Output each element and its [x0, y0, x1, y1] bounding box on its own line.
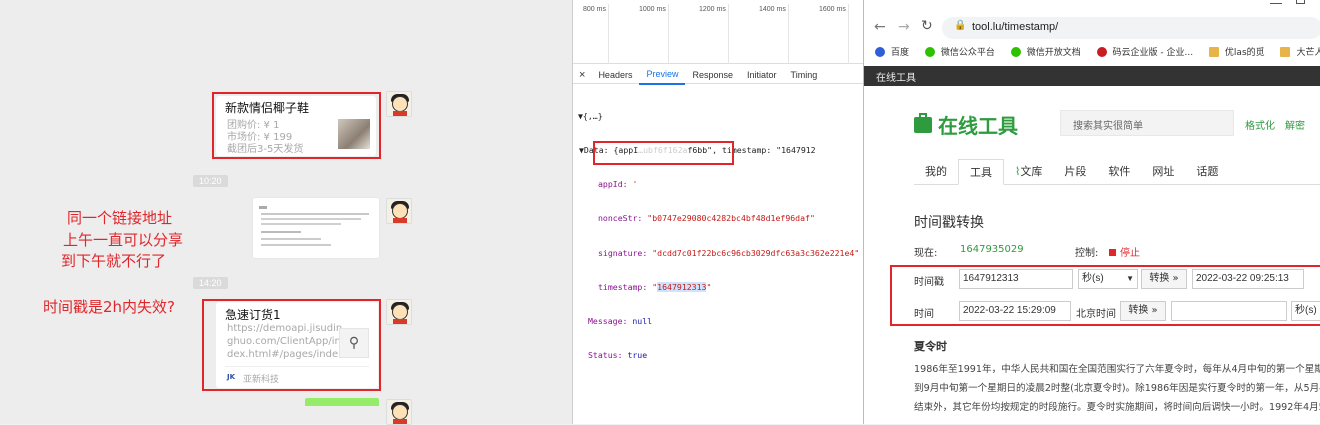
address-bar[interactable]: 🔒 tool.lu/timestamp/	[942, 17, 1320, 39]
topbar-title[interactable]: 在线工具	[876, 69, 916, 84]
json-line[interactable]: timestamp: "1647912313"	[578, 281, 859, 293]
json-preview: ▼{,…} ▼Data: {appI…ubf6f162af6bb", times…	[578, 88, 859, 385]
nav-library[interactable]: ⌇文库	[1004, 159, 1053, 184]
gridline	[848, 4, 849, 64]
tick-label: 1000 ms	[639, 6, 666, 13]
image-preview-line	[261, 244, 331, 246]
section-title: 时间戳转换	[914, 215, 984, 231]
stop-button[interactable]: 停止	[1109, 244, 1140, 259]
dst-paragraph: 1986年至1991年，中华人民共和国在全国范围实行了六年夏令时，每年从4月中旬…	[914, 364, 1320, 413]
link-format[interactable]: 格式化	[1245, 117, 1275, 132]
image-preview-line	[261, 223, 341, 225]
link-decrypt[interactable]: 解密	[1285, 117, 1305, 132]
site-topbar: 在线工具	[864, 66, 1320, 86]
devtools-panel: 800 ms 1000 ms 1200 ms 1400 ms 1600 ms ×…	[572, 0, 864, 424]
gridline	[788, 4, 789, 64]
json-line[interactable]: signature: "dcdd7c01f22bc6c96cb3029dfc63…	[578, 248, 859, 259]
nav-snippets[interactable]: 片段	[1053, 159, 1097, 184]
highlight-box-link	[202, 299, 381, 391]
bookmark-folder[interactable]: 大芒人团队	[1280, 45, 1320, 58]
avatar[interactable]	[386, 91, 412, 117]
nav-software[interactable]: 软件	[1097, 159, 1141, 184]
annotation-line: 到下午就不行了	[61, 252, 167, 270]
gridline	[608, 4, 609, 64]
gridline	[668, 4, 669, 64]
tick-label: 800 ms	[583, 6, 606, 13]
briefcase-icon	[914, 112, 932, 133]
search-input[interactable]: 搜索其实很简单	[1060, 110, 1234, 136]
timestamp-pill: 14:20	[193, 277, 228, 289]
tick-label: 1200 ms	[699, 6, 726, 13]
json-line[interactable]: Message: null	[578, 316, 859, 327]
nav-topics[interactable]: 话题	[1185, 159, 1229, 184]
back-icon[interactable]: ←	[874, 19, 886, 35]
nav-mine[interactable]: 我的	[914, 159, 958, 184]
avatar[interactable]	[386, 399, 412, 425]
image-preview-line	[259, 206, 267, 209]
tab-timing[interactable]: Timing	[784, 66, 825, 84]
nav-sites[interactable]: 网址	[1141, 159, 1185, 184]
site-nav: 我的 工具 ⌇文库 片段 软件 网址 话题	[914, 159, 1320, 185]
bookmark-gitee[interactable]: 码云企业版 - 企业...	[1096, 45, 1193, 58]
bookmark-baidu[interactable]: 百度	[875, 45, 909, 58]
tab-initiator[interactable]: Initiator	[740, 66, 784, 84]
gridline	[728, 4, 729, 64]
avatar[interactable]	[386, 198, 412, 224]
tick-label: 1400 ms	[759, 6, 786, 13]
browser-window: ← → ↻ 🔒 tool.lu/timestamp/ 百度 微信公众平台 微信开…	[863, 0, 1320, 424]
url-text: tool.lu/timestamp/	[972, 21, 1059, 33]
stop-icon	[1109, 249, 1116, 256]
now-label: 现在:	[914, 248, 938, 259]
json-line[interactable]: Status: true	[578, 350, 859, 361]
bookmarks-bar: 百度 微信公众平台 微信开放文档 码云企业版 - 企业... 优las的觅 大芒…	[875, 45, 1320, 61]
bookmark-folder[interactable]: 优las的觅	[1208, 45, 1265, 58]
highlight-box-timestamp	[593, 141, 734, 165]
tab-preview[interactable]: Preview	[639, 65, 686, 85]
site-logo[interactable]: 在线工具	[914, 110, 1018, 139]
annotation-line: 同一个链接地址	[67, 209, 173, 227]
image-preview-line	[261, 231, 301, 233]
now-value: 1647935029	[960, 244, 1024, 255]
dst-title: 夏令时	[914, 340, 947, 353]
tab-response[interactable]: Response	[685, 66, 740, 84]
json-line[interactable]: nonceStr: "b0747e29080c4282bc4bf48d1ef96…	[578, 213, 859, 224]
control-label: 控制:	[1075, 248, 1099, 259]
toolbar: ← → ↻ 🔒 tool.lu/timestamp/	[864, 14, 1320, 42]
waterfall: 800 ms 1000 ms 1200 ms 1400 ms 1600 ms	[573, 0, 864, 64]
close-icon[interactable]: ×	[573, 66, 591, 84]
bookmark-wechat-docs[interactable]: 微信开放文档	[1010, 45, 1081, 58]
image-preview-line	[261, 238, 321, 240]
tab-headers[interactable]: Headers	[591, 66, 639, 84]
lock-icon: 🔒	[954, 20, 967, 31]
chat-panel: 新款情侣椰子鞋 团购价: ¥ 1 市场价: ¥ 199 截团后3-5天发货 10…	[0, 0, 572, 425]
nav-tools[interactable]: 工具	[958, 159, 1004, 185]
annotation-question: 时间戳是2h内失效?	[43, 298, 176, 316]
timestamp-value[interactable]: 1647912313	[657, 281, 707, 292]
avatar[interactable]	[386, 299, 412, 325]
json-line[interactable]: appId: '	[578, 179, 859, 190]
json-line[interactable]: ▼{,…}	[578, 111, 859, 122]
annotation-line: 上午一直可以分享	[63, 231, 184, 249]
highlight-box-product	[212, 92, 381, 159]
image-preview-line	[261, 218, 361, 220]
devtools-tabbar: × Headers Preview Response Initiator Tim…	[573, 65, 864, 85]
image-message[interactable]	[252, 197, 380, 259]
reload-icon[interactable]: ↻	[921, 18, 933, 34]
window-maximize-icon[interactable]	[1296, 0, 1305, 4]
forward-icon[interactable]: →	[898, 19, 910, 35]
highlight-box-converter	[890, 265, 1320, 326]
window-minimize-icon[interactable]	[1270, 0, 1282, 4]
bookmark-wechat-mp[interactable]: 微信公众平台	[924, 45, 995, 58]
outgoing-bubble	[305, 398, 379, 406]
timestamp-pill: 10:20	[193, 175, 228, 187]
tick-label: 1600 ms	[819, 6, 846, 13]
image-preview-line	[261, 213, 369, 215]
